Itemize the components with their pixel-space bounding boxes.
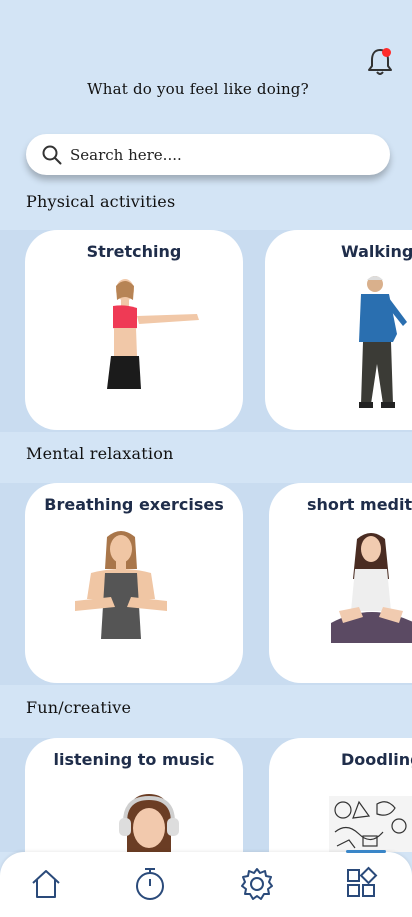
breathing-illustration [75,531,167,639]
gear-icon[interactable] [239,866,275,902]
search-icon [42,145,62,164]
search-input[interactable] [70,145,350,164]
fun-creative-row[interactable]: listening to music Doodling [0,738,412,852]
activity-card-doodling[interactable]: Doodling [269,738,412,852]
card-label: Doodling [341,750,412,769]
card-label: listening to music [53,750,215,769]
activity-card-walking[interactable]: Walking [265,230,412,430]
activity-card-music[interactable]: listening to music [25,738,243,852]
search-bar[interactable] [26,134,390,175]
home-icon[interactable] [28,866,64,902]
physical-activities-row[interactable]: Stretching Walking [0,230,412,432]
mental-relaxation-row[interactable]: Breathing exercises short meditat [0,483,412,685]
card-label: Stretching [86,242,182,261]
active-tab-indicator [346,850,386,853]
card-label: Breathing exercises [44,495,224,514]
music-illustration [119,794,179,852]
walking-illustration [359,276,407,408]
card-label: short meditat [307,495,412,514]
apps-icon[interactable] [344,866,380,902]
activity-card-breathing[interactable]: Breathing exercises [25,483,243,683]
bottom-navigation [0,850,412,917]
bell-icon[interactable] [364,46,396,78]
stretching-illustration [107,279,199,389]
activity-card-stretching[interactable]: Stretching [25,230,243,430]
section-title-mental: Mental relaxation [26,444,174,463]
card-label: Walking [341,242,412,261]
activity-card-meditation[interactable]: short meditat [269,483,412,683]
meditation-illustration [331,533,412,643]
page-title: What do you feel like doing? [87,80,309,98]
section-title-physical: Physical activities [26,192,176,211]
doodling-illustration [329,796,412,852]
section-title-fun: Fun/creative [26,698,132,717]
notification-dot [382,48,391,57]
timer-icon[interactable] [132,866,168,902]
